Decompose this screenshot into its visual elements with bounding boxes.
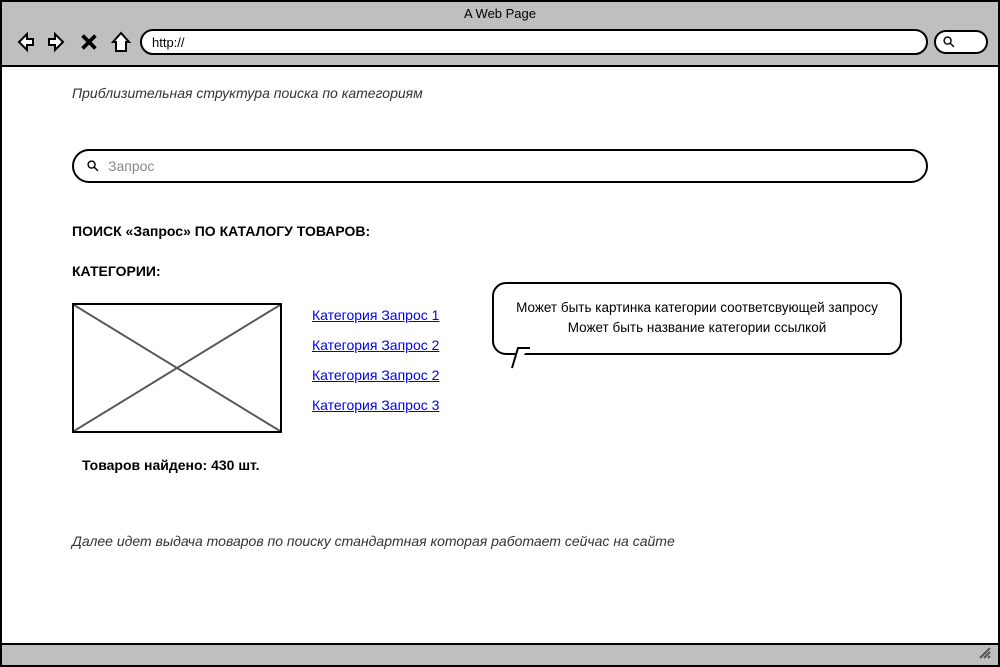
resize-grip-icon[interactable] <box>978 646 992 665</box>
close-icon[interactable] <box>76 29 102 55</box>
footer-note: Далее идет выдача товаров по поиску стан… <box>72 533 928 549</box>
category-link-list: Категория Запрос 1 Категория Запрос 2 Ка… <box>312 303 439 413</box>
search-placeholder: Запрос <box>108 158 154 174</box>
toolbar-search[interactable] <box>934 30 988 54</box>
search-heading: ПОИСК «Запрос» ПО КАТАЛОГУ ТОВАРОВ: <box>72 223 928 239</box>
category-link[interactable]: Категория Запрос 2 <box>312 337 439 353</box>
search-icon <box>86 159 100 173</box>
browser-window: A Web Page Приблизительная структура пои… <box>0 0 1000 667</box>
items-found-text: Товаров найдено: 430 шт. <box>82 457 472 473</box>
category-link[interactable]: Категория Запрос 3 <box>312 397 439 413</box>
bubble-line-1: Может быть картинка категории соответсву… <box>510 298 884 318</box>
category-link[interactable]: Категория Запрос 2 <box>312 367 439 383</box>
bubble-line-2: Может быть название категории ссылкой <box>510 318 884 338</box>
url-input[interactable] <box>140 29 928 55</box>
description-text: Приблизительная структура поиска по кате… <box>72 85 928 101</box>
page-content: Приблизительная структура поиска по кате… <box>2 67 998 643</box>
categories-heading: КАТЕГОРИИ: <box>72 263 928 279</box>
category-image-placeholder <box>72 303 282 433</box>
window-title: A Web Page <box>2 2 998 23</box>
annotation-bubble: Может быть картинка категории соответсву… <box>492 282 902 355</box>
browser-toolbar <box>2 23 998 67</box>
search-field[interactable]: Запрос <box>72 149 928 183</box>
bubble-tail-icon <box>510 346 536 375</box>
category-link[interactable]: Категория Запрос 1 <box>312 307 439 323</box>
home-button[interactable] <box>108 29 134 55</box>
status-bar <box>2 643 998 665</box>
forward-button[interactable] <box>44 29 70 55</box>
back-button[interactable] <box>12 29 38 55</box>
